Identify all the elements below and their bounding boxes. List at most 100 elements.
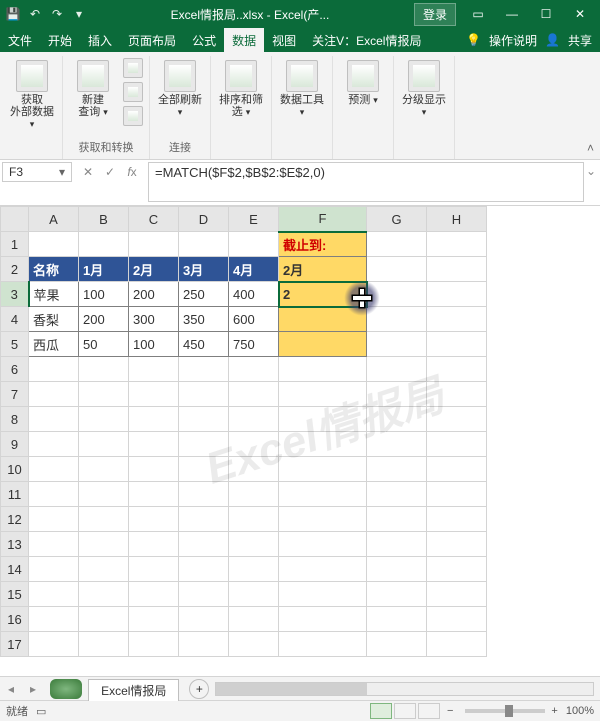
cell-D10[interactable]	[179, 457, 229, 482]
view-pagebreak-icon[interactable]	[418, 703, 440, 719]
tab-页面布局[interactable]: 页面布局	[120, 28, 184, 52]
cell-H11[interactable]	[427, 482, 487, 507]
cell-F15[interactable]	[279, 582, 367, 607]
close-icon[interactable]: ✕	[566, 4, 594, 24]
cell-D14[interactable]	[179, 557, 229, 582]
cell-G1[interactable]	[367, 232, 427, 257]
cell-E15[interactable]	[229, 582, 279, 607]
col-header-C[interactable]: C	[129, 207, 179, 232]
cell-D11[interactable]	[179, 482, 229, 507]
zoom-in-icon[interactable]: +	[551, 705, 557, 717]
cell-B16[interactable]	[79, 607, 129, 632]
row-header-10[interactable]: 10	[1, 457, 29, 482]
cell-G10[interactable]	[367, 457, 427, 482]
namebox-dropdown-icon[interactable]: ▾	[59, 165, 65, 179]
cell-B2[interactable]: 1月	[79, 257, 129, 282]
cell-A15[interactable]	[29, 582, 79, 607]
cell-H17[interactable]	[427, 632, 487, 657]
add-sheet-button[interactable]: +	[189, 679, 209, 699]
cell-B5[interactable]: 50	[79, 332, 129, 357]
cell-B6[interactable]	[79, 357, 129, 382]
cell-C4[interactable]: 300	[129, 307, 179, 332]
cell-A14[interactable]	[29, 557, 79, 582]
col-header-A[interactable]: A	[29, 207, 79, 232]
cell-C5[interactable]: 100	[129, 332, 179, 357]
cell-H1[interactable]	[427, 232, 487, 257]
ribbon-button-2[interactable]: 全部刷新 ▾	[156, 58, 204, 118]
login-button[interactable]: 登录	[414, 3, 456, 26]
cell-A2[interactable]: 名称	[29, 257, 79, 282]
cell-D6[interactable]	[179, 357, 229, 382]
ribbon-button-3[interactable]: 排序和筛选 ▾	[217, 58, 265, 118]
cell-E12[interactable]	[229, 507, 279, 532]
cell-F6[interactable]	[279, 357, 367, 382]
row-header-3[interactable]: 3	[1, 282, 29, 307]
cell-E11[interactable]	[229, 482, 279, 507]
tab-文件[interactable]: 文件	[0, 28, 40, 52]
ribbon-button-0[interactable]: 获取外部数据 ▾	[8, 58, 56, 130]
cell-H13[interactable]	[427, 532, 487, 557]
row-header-14[interactable]: 14	[1, 557, 29, 582]
sheet-tab[interactable]: Excel情报局	[88, 679, 179, 701]
cell-A16[interactable]	[29, 607, 79, 632]
cell-A12[interactable]	[29, 507, 79, 532]
undo-icon[interactable]: ↶	[28, 7, 42, 21]
cell-H9[interactable]	[427, 432, 487, 457]
cell-H2[interactable]	[427, 257, 487, 282]
cell-C11[interactable]	[129, 482, 179, 507]
col-header-B[interactable]: B	[79, 207, 129, 232]
row-header-6[interactable]: 6	[1, 357, 29, 382]
macro-record-icon[interactable]: ▭	[36, 705, 46, 718]
cell-G14[interactable]	[367, 557, 427, 582]
ribbon-small-icon[interactable]	[123, 82, 143, 102]
cell-D12[interactable]	[179, 507, 229, 532]
tab-数据[interactable]: 数据	[224, 28, 264, 52]
cancel-formula-icon[interactable]: ✕	[80, 164, 96, 180]
cell-F4[interactable]	[279, 307, 367, 332]
qat-dropdown-icon[interactable]: ▾	[72, 7, 86, 21]
fx-icon[interactable]: fx	[124, 164, 140, 180]
redo-icon[interactable]: ↷	[50, 7, 64, 21]
ribbon-button-6[interactable]: 分级显示 ▾	[400, 58, 448, 118]
row-header-4[interactable]: 4	[1, 307, 29, 332]
cell-F10[interactable]	[279, 457, 367, 482]
cell-G2[interactable]	[367, 257, 427, 282]
cell-H3[interactable]	[427, 282, 487, 307]
col-header-H[interactable]: H	[427, 207, 487, 232]
minimize-icon[interactable]: —	[498, 4, 526, 24]
cell-B1[interactable]	[79, 232, 129, 257]
cell-B17[interactable]	[79, 632, 129, 657]
cell-A13[interactable]	[29, 532, 79, 557]
cell-B14[interactable]	[79, 557, 129, 582]
ribbon-small-icon[interactable]	[123, 58, 143, 78]
col-header-E[interactable]: E	[229, 207, 279, 232]
cell-C2[interactable]: 2月	[129, 257, 179, 282]
cell-A10[interactable]	[29, 457, 79, 482]
horizontal-scrollbar[interactable]	[215, 682, 594, 696]
cell-A17[interactable]	[29, 632, 79, 657]
cell-E4[interactable]: 600	[229, 307, 279, 332]
cell-H16[interactable]	[427, 607, 487, 632]
maximize-icon[interactable]: ☐	[532, 4, 560, 24]
col-header-D[interactable]: D	[179, 207, 229, 232]
cell-B3[interactable]: 100	[79, 282, 129, 307]
formula-input[interactable]: =MATCH($F$2,$B$2:$E$2,0)	[148, 162, 584, 202]
cell-B11[interactable]	[79, 482, 129, 507]
row-header-7[interactable]: 7	[1, 382, 29, 407]
cell-F3[interactable]: 2	[279, 282, 367, 307]
ribbon-small-icon[interactable]	[123, 106, 143, 126]
cell-D17[interactable]	[179, 632, 229, 657]
cell-C9[interactable]	[129, 432, 179, 457]
view-normal-icon[interactable]	[370, 703, 392, 719]
cell-E13[interactable]	[229, 532, 279, 557]
cell-B8[interactable]	[79, 407, 129, 432]
cell-E16[interactable]	[229, 607, 279, 632]
cell-F11[interactable]	[279, 482, 367, 507]
cell-F9[interactable]	[279, 432, 367, 457]
cell-B7[interactable]	[79, 382, 129, 407]
cell-E7[interactable]	[229, 382, 279, 407]
cell-C16[interactable]	[129, 607, 179, 632]
cell-G8[interactable]	[367, 407, 427, 432]
col-header-G[interactable]: G	[367, 207, 427, 232]
cell-C6[interactable]	[129, 357, 179, 382]
